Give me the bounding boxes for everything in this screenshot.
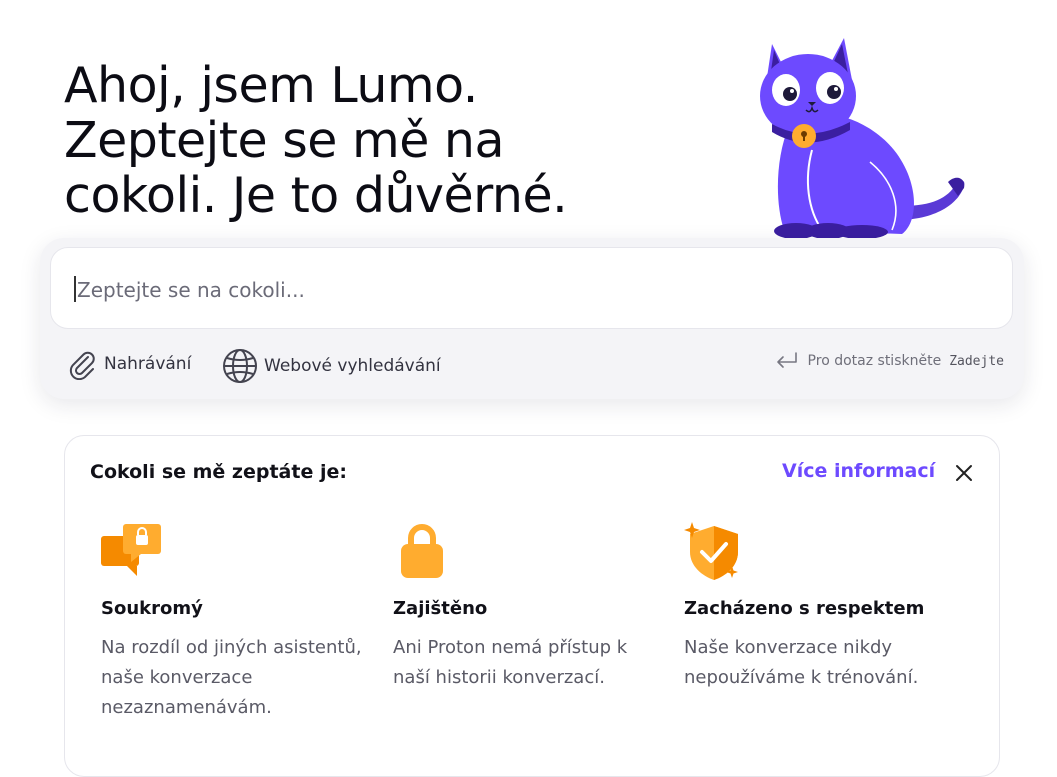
text-caret xyxy=(74,276,76,302)
paperclip-icon xyxy=(69,351,95,380)
feature-respected-title: Zacházeno s respektem xyxy=(684,598,925,619)
hero-line-3: cokoli. Je to důvěrné. xyxy=(64,167,568,224)
hero-line-1: Ahoj, jsem Lumo. xyxy=(64,57,478,114)
privacy-info-card: Cokoli se mě zeptáte je: Více informací … xyxy=(64,435,1000,777)
enter-key-icon xyxy=(776,352,797,368)
close-icon[interactable] xyxy=(953,462,975,484)
more-info-link[interactable]: Více informací xyxy=(782,460,935,482)
hint-key: Zadejte xyxy=(949,353,1004,369)
chat-lock-icon xyxy=(101,524,161,576)
feature-private-title: Soukromý xyxy=(101,598,203,619)
feature-respected-description: Naše konverzace nikdy nepoužíváme k trén… xyxy=(684,637,919,688)
info-title: Cokoli se mě zeptáte je: xyxy=(90,461,347,483)
prompt-input[interactable]: Zeptejte se na cokoli... xyxy=(50,247,1013,329)
hint-text: Pro dotaz stiskněte xyxy=(807,353,942,369)
upload-button[interactable]: Nahrávání xyxy=(66,348,191,380)
feature-secured-description: Ani Proton nemá přístup k naší historii … xyxy=(393,637,628,688)
feature-respected: Zacházeno s respektem Naše konverzace ni… xyxy=(684,522,959,693)
feature-private: Soukromý Na rozdíl od jiných asistentů, … xyxy=(101,522,376,723)
prompt-placeholder: Zeptejte se na cokoli... xyxy=(77,278,305,302)
web-search-button[interactable]: Webové vyhledávání xyxy=(222,348,441,384)
feature-private-description: Na rozdíl od jiných asistentů, naše konv… xyxy=(101,637,362,718)
feature-secured-title: Zajištěno xyxy=(393,598,488,619)
hero-headline: Ahoj, jsem Lumo. Zeptejte se mě na cokol… xyxy=(64,58,704,223)
feature-secured: Zajištěno Ani Proton nemá přístup k naší… xyxy=(393,522,668,693)
lumo-cat-mascot xyxy=(760,38,965,239)
hero-line-2: Zeptejte se mě na xyxy=(64,112,505,169)
shield-check-icon xyxy=(684,522,738,580)
submit-hint: Pro dotaz stiskněte Zadejte xyxy=(774,350,1004,372)
upload-label: Nahrávání xyxy=(104,354,192,374)
globe-icon xyxy=(223,349,257,383)
web-search-label: Webové vyhledávání xyxy=(264,356,441,376)
chat-composer: Zeptejte se na cokoli... Nahrávání Webov… xyxy=(40,238,1024,399)
padlock-icon xyxy=(401,524,443,578)
